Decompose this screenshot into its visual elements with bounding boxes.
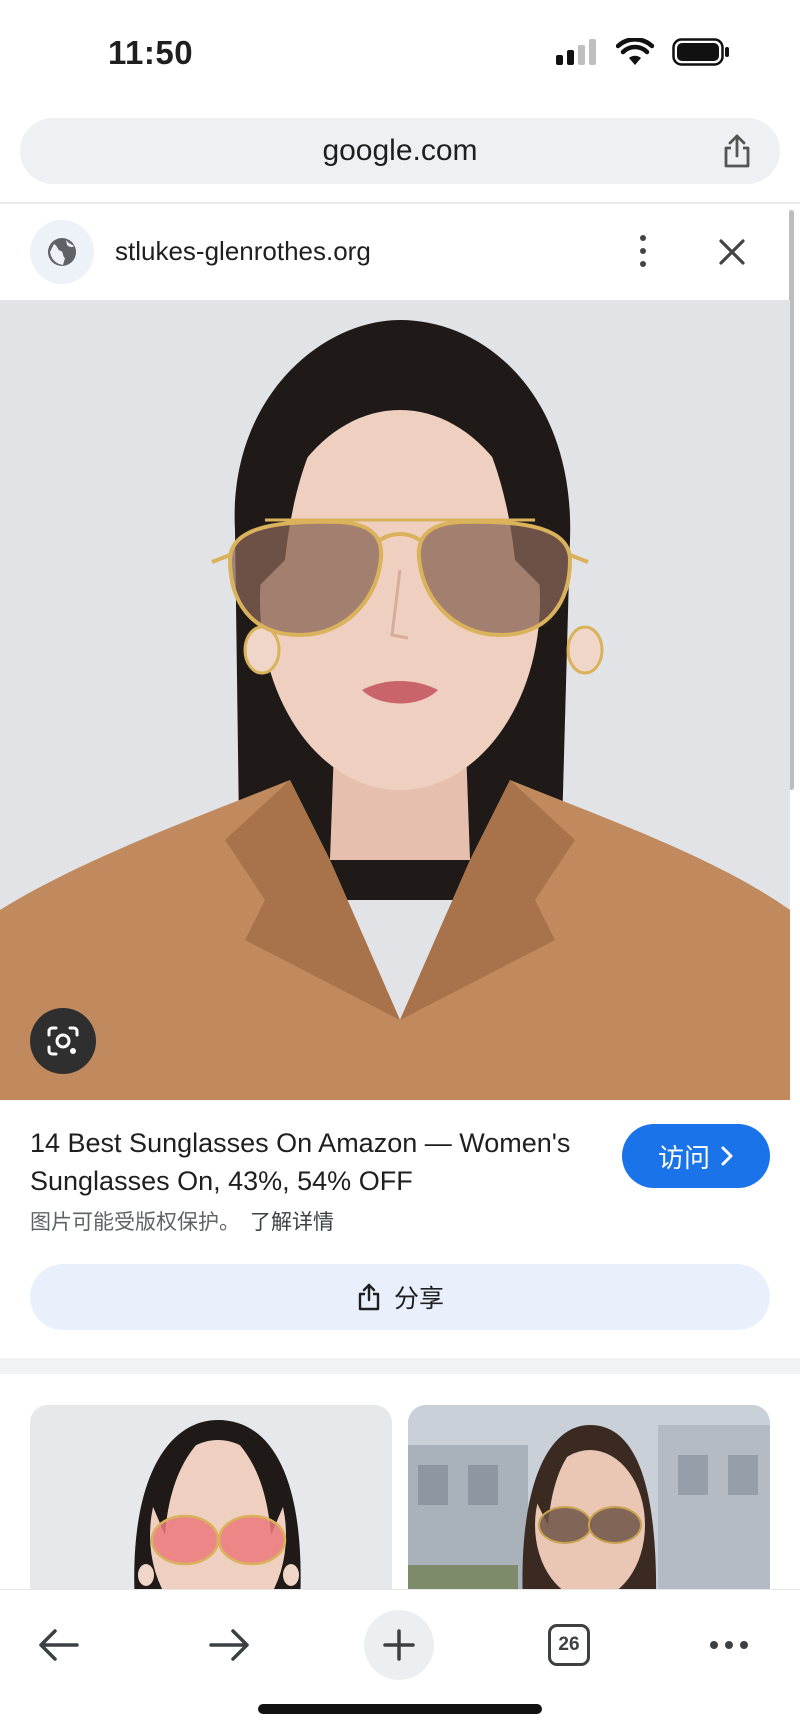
copyright-text: 图片可能受版权保护。 [30,1211,240,1234]
wifi-icon [616,38,654,65]
tab-switcher-button[interactable]: 26 [534,1610,604,1680]
status-time: 11:50 [108,34,194,71]
visit-button[interactable]: 访问 [622,1124,770,1188]
back-arrow-icon [39,1629,79,1661]
site-header: stlukes-glenrothes.org [0,204,800,300]
status-icons [556,38,730,66]
more-horiz-icon[interactable] [694,1610,764,1680]
back-button[interactable] [24,1610,94,1680]
address-bar[interactable]: google.com [20,118,780,184]
visit-label: 访问 [657,1142,710,1173]
thumbnail-photo [408,1405,770,1605]
status-bar: 11:50 [0,0,800,110]
google-lens-icon [47,1026,79,1056]
share-icon[interactable] [718,132,756,170]
site-favicon[interactable] [30,220,94,284]
close-icon[interactable] [712,232,752,272]
new-tab-button[interactable] [364,1610,434,1680]
share-button[interactable]: 分享 [30,1264,770,1330]
share-icon [358,1283,380,1311]
model-photo [0,300,790,1100]
lens-button[interactable] [30,1008,96,1074]
forward-arrow-icon [209,1629,249,1661]
learn-more-link[interactable]: 了解详情 [250,1211,334,1234]
site-name[interactable]: stlukes-glenrothes.org [115,236,371,267]
cellular-signal-icon [556,39,596,65]
related-image-thumbnail[interactable] [408,1405,770,1605]
thumbnail-photo [30,1405,392,1605]
url-text: google.com [322,134,478,167]
globe-icon [48,238,76,266]
tab-switcher-icon: 26 [548,1624,590,1666]
bottom-toolbar: 26 [0,1590,800,1734]
share-label: 分享 [393,1285,444,1313]
related-image-thumbnail[interactable] [30,1405,392,1605]
new-tab-plus-icon [383,1629,415,1661]
chevron-right-icon [721,1146,733,1166]
result-title[interactable]: 14 Best Sunglasses On Amazon — Women's S… [30,1124,590,1200]
forward-button[interactable] [194,1610,264,1680]
main-image[interactable] [0,300,790,1100]
battery-icon [672,38,729,66]
copyright-notice: 图片可能受版权保护。 了解详情 [30,1206,334,1236]
section-separator [0,1358,800,1374]
more-vert-icon[interactable] [628,226,658,276]
home-indicator [258,1704,542,1714]
